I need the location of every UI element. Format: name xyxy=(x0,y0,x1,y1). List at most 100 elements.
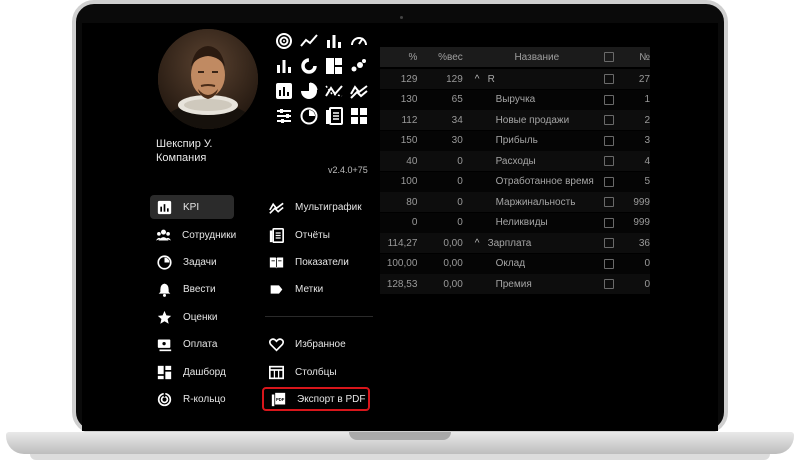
table-row[interactable]: 100,00 0,00 Оклад 0 xyxy=(380,254,650,274)
row-checkbox[interactable] xyxy=(603,279,614,289)
menu_left-1[interactable]: Сотрудники xyxy=(150,223,236,247)
multichart-icon[interactable] xyxy=(349,81,369,101)
tag-icon xyxy=(268,281,284,297)
report-icon xyxy=(268,227,284,243)
menu-item-label: Экспорт в PDF xyxy=(297,393,366,405)
table-row[interactable]: 112 34 Новые продажи 2 xyxy=(380,110,650,130)
table-row[interactable]: 0 0 Неликвиды 999 xyxy=(380,213,650,233)
header-pct[interactable]: % xyxy=(380,52,423,63)
menu-item-label: Оплата xyxy=(183,338,218,350)
cell-pct: 100 xyxy=(400,176,418,187)
row-checkbox[interactable] xyxy=(603,115,614,125)
clock-icon[interactable] xyxy=(299,106,319,126)
cell-pct: 40 xyxy=(406,155,418,167)
row-checkbox[interactable] xyxy=(603,176,614,187)
row-name: Выручка xyxy=(495,94,536,105)
cell-weight: 0 xyxy=(457,176,463,187)
cell-weight: 0 xyxy=(457,155,463,167)
bar-chart-icon[interactable] xyxy=(324,31,344,51)
cell-weight: 65 xyxy=(451,94,463,105)
line-chart-icon[interactable] xyxy=(299,31,319,51)
cell-num: 2 xyxy=(644,114,650,126)
header-name[interactable]: Название xyxy=(469,52,599,63)
report-icon[interactable] xyxy=(324,106,344,126)
screen: Шекспир У. Компания v2.4.0+75 KPI Сотрудн… xyxy=(82,23,718,431)
row-name: Расходы xyxy=(495,155,536,167)
cell-weight: 0 xyxy=(457,196,463,208)
menu_left-5[interactable]: Оплата xyxy=(150,332,234,356)
grid-icon[interactable] xyxy=(349,106,369,126)
ring-chart-icon[interactable] xyxy=(274,31,294,51)
row-checkbox[interactable] xyxy=(603,197,614,207)
treemap-icon[interactable] xyxy=(324,56,344,76)
svg-text:PDF: PDF xyxy=(276,397,285,402)
people-icon xyxy=(156,227,171,243)
cell-pct: 150 xyxy=(400,135,418,146)
donut-chart-icon[interactable] xyxy=(299,56,319,76)
cell-name: Оклад xyxy=(469,258,599,269)
menu_right-1[interactable]: Отчёты xyxy=(262,223,370,247)
menu_right-6[interactable]: PDF Экспорт в PDF xyxy=(262,387,370,411)
table-row[interactable]: 128,53 0,00 Премия 0 xyxy=(380,274,650,294)
avatar[interactable] xyxy=(158,29,258,129)
row-name: Премия xyxy=(495,278,532,290)
menu_left-6[interactable]: Дашборд xyxy=(150,360,234,384)
menu-item-label: Задачи xyxy=(183,256,217,268)
table-row[interactable]: 130 65 Выручка 1 xyxy=(380,90,650,110)
payment-icon xyxy=(156,336,172,352)
table-row[interactable]: 40 0 Расходы 4 xyxy=(380,151,650,171)
header-num[interactable]: № xyxy=(619,52,650,63)
row-name: Прибыль xyxy=(495,135,538,146)
table-row[interactable]: 114,27 0,00 ^ Зарплата 36 xyxy=(380,233,650,253)
row-checkbox[interactable] xyxy=(603,74,614,84)
menu_left-4[interactable]: Оценки xyxy=(150,305,234,329)
menu_right-5[interactable]: Столбцы xyxy=(262,360,370,384)
cell-name: Расходы xyxy=(469,156,599,167)
kpi-icon[interactable] xyxy=(274,81,294,101)
menu_right-3[interactable]: Метки xyxy=(262,277,370,301)
camera-icon xyxy=(400,16,403,19)
cell-num: 0 xyxy=(644,278,650,290)
row-name: Отработанное время xyxy=(495,176,594,187)
pie-chart-icon[interactable] xyxy=(299,81,319,101)
menu-item-label: Показатели xyxy=(295,256,349,268)
gauge-icon[interactable] xyxy=(349,31,369,51)
cell-pct: 100,00 xyxy=(386,258,418,269)
chevron-up-icon[interactable]: ^ xyxy=(475,74,485,85)
select-all-checkbox[interactable] xyxy=(603,52,614,62)
table-row[interactable]: 129 129 ^ R 27 xyxy=(380,69,650,89)
table-row[interactable]: 150 30 Прибыль 3 xyxy=(380,131,650,151)
cell-num: 999 xyxy=(633,196,650,208)
cell-name: Новые продажи xyxy=(469,115,599,126)
user-info: Шекспир У. Компания xyxy=(156,137,213,165)
table-row[interactable]: 80 0 Маржинальность 999 xyxy=(380,192,650,212)
bar-chart-icon[interactable] xyxy=(274,56,294,76)
cell-num: 0 xyxy=(644,258,650,269)
menu_right-0[interactable]: Мультиграфик xyxy=(262,195,370,219)
sliders-icon[interactable] xyxy=(274,106,294,126)
menu_right-2[interactable]: Показатели xyxy=(262,250,370,274)
row-checkbox[interactable] xyxy=(603,217,614,228)
row-name: R xyxy=(487,73,495,85)
menu_left-2[interactable]: Задачи xyxy=(150,250,234,274)
row-checkbox[interactable] xyxy=(603,135,614,146)
header-weight[interactable]: %вес xyxy=(423,52,468,63)
menu_right-4[interactable]: Избранное xyxy=(262,332,370,356)
trend-icon[interactable] xyxy=(324,81,344,101)
cell-pct: 112 xyxy=(401,114,418,126)
row-checkbox[interactable] xyxy=(603,156,614,166)
menu-item-label: Дашборд xyxy=(183,366,226,378)
menu_left-0[interactable]: KPI xyxy=(150,195,234,219)
row-checkbox[interactable] xyxy=(603,238,614,248)
table-row[interactable]: 100 0 Отработанное время 5 xyxy=(380,172,650,192)
cell-pct: 129 xyxy=(400,73,418,85)
columns-icon xyxy=(268,364,284,380)
menu_left-3[interactable]: Ввести xyxy=(150,277,234,301)
row-checkbox[interactable] xyxy=(603,258,614,269)
cell-name: Маржинальность xyxy=(469,197,599,208)
menu_left-7[interactable]: R-кольцо xyxy=(150,387,234,411)
chevron-up-icon[interactable]: ^ xyxy=(475,238,485,249)
row-checkbox[interactable] xyxy=(603,94,614,105)
row-name: Маржинальность xyxy=(495,196,576,208)
scatter-icon[interactable] xyxy=(349,56,369,76)
